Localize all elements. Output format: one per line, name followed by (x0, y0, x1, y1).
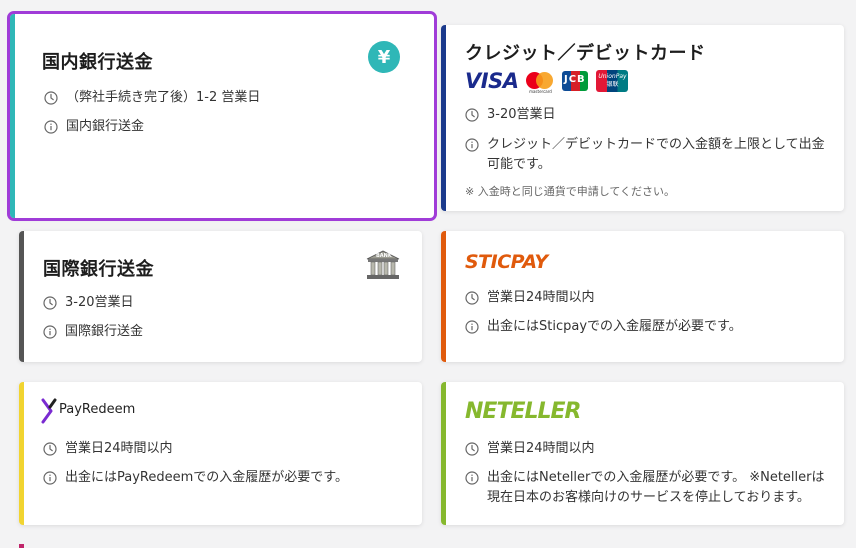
processing-time-row: 営業日24時間以内 (43, 439, 405, 459)
processing-time-row: 営業日24時間以内 (465, 439, 827, 459)
processing-time-row: 営業日24時間以内 (465, 288, 827, 308)
info-text: 出金にはSticpayでの入金履歴が必要です。 (487, 319, 742, 334)
payredeem-mark-icon (41, 398, 57, 424)
info-row: クレジット／デビットカードでの入金額を上限として出金可能です。 (465, 135, 827, 175)
visa-logo: VISA (465, 69, 519, 93)
card-title: クレジット／デビットカード (465, 43, 706, 64)
yen-icon: ¥ (368, 41, 400, 73)
info-row: 国内銀行送金 (44, 117, 406, 137)
processing-time: （弊社手続き完了後）1-2 営業日 (66, 90, 261, 105)
info-icon (44, 120, 58, 134)
info-text: 国際銀行送金 (65, 324, 144, 339)
card-title: 国内銀行送金 (42, 52, 153, 73)
unionpay-chinese-label: 银联 (606, 81, 619, 88)
processing-time: 3-20営業日 (65, 295, 134, 310)
info-text: 出金にはNetellerでの入金履歴が必要です。 ※Netellerは現在日本の… (487, 470, 825, 505)
card-payredeem[interactable]: PayRedeem 営業日24時間以内 出金にはPayRedeemでの入金履歴が… (19, 382, 422, 525)
clock-icon (44, 91, 58, 105)
payredeem-logo: PayRedeem (59, 402, 136, 417)
card-title: 国際銀行送金 (43, 259, 154, 280)
unionpay-label: UnionPay (598, 73, 627, 80)
clock-icon (465, 291, 479, 305)
card-brand-logos: VISA mastercard JCB UnionPay 银联 (465, 69, 629, 94)
processing-time: 営業日24時間以内 (65, 441, 173, 456)
processing-time-row: 3-20営業日 (465, 105, 827, 125)
neteller-logo: NETELLER (465, 399, 581, 424)
mastercard-circle-yellow (536, 72, 554, 89)
processing-time-row: 3-20営業日 (43, 293, 405, 313)
card-accent-bar (441, 382, 446, 525)
card-sticpay[interactable]: STICPAY 営業日24時間以内 出金にはSticpayでの入金履歴が必要です… (441, 231, 844, 362)
clock-icon (465, 442, 479, 456)
card-accent-bar (10, 14, 15, 218)
processing-time: 営業日24時間以内 (487, 441, 595, 456)
card-neteller[interactable]: NETELLER 営業日24時間以内 出金にはNetellerでの入金履歴が必要… (441, 382, 844, 525)
processing-time: 3-20営業日 (487, 107, 556, 122)
info-icon (43, 325, 57, 339)
info-row: 出金にはNetellerでの入金履歴が必要です。 ※Netellerは現在日本の… (465, 468, 832, 508)
processing-time-row: （弊社手続き完了後）1-2 営業日 (44, 88, 406, 108)
next-card-accent-edge (19, 544, 24, 548)
clock-icon (465, 108, 479, 122)
currency-note: ※ 入金時と同じ通貨で申請してください。 (465, 185, 676, 198)
unionpay-logo: UnionPay 银联 (596, 70, 629, 92)
info-row: 国際銀行送金 (43, 322, 405, 342)
jcb-label: JCB (564, 74, 586, 85)
withdrawal-methods-grid: 国内銀行送金 ¥ （弊社手続き完了後）1-2 営業日 国内銀行送金 クレジット／… (0, 0, 856, 548)
card-credit-debit[interactable]: クレジット／デビットカード VISA mastercard JCB UnionP… (441, 25, 844, 211)
yen-symbol: ¥ (377, 46, 391, 68)
info-text: 出金にはPayRedeemでの入金履歴が必要です。 (65, 470, 348, 485)
card-accent-bar (441, 231, 446, 362)
info-text: クレジット／デビットカードでの入金額を上限として出金可能です。 (487, 137, 825, 172)
info-icon (465, 138, 479, 152)
processing-time: 営業日24時間以内 (487, 290, 595, 305)
card-accent-bar (19, 231, 24, 362)
clock-icon (43, 296, 57, 310)
card-international-bank-transfer[interactable]: 国際銀行送金 BANK 3-20営業日 国際銀行送金 (19, 231, 422, 362)
info-row: 出金にはPayRedeemでの入金履歴が必要です。 (43, 468, 405, 488)
mastercard-logo: mastercard (526, 70, 554, 94)
info-icon (465, 471, 479, 485)
clock-icon (43, 442, 57, 456)
card-accent-bar (19, 382, 24, 525)
info-icon (465, 320, 479, 334)
info-row: 出金にはSticpayでの入金履歴が必要です。 (465, 317, 827, 337)
card-domestic-bank-transfer[interactable]: 国内銀行送金 ¥ （弊社手続き完了後）1-2 営業日 国内銀行送金 (7, 11, 437, 221)
mastercard-label: mastercard (529, 89, 552, 94)
sticpay-logo: STICPAY (465, 251, 548, 273)
bank-icon-label: BANK (376, 253, 392, 259)
info-text: 国内銀行送金 (66, 119, 145, 134)
card-accent-bar (441, 25, 446, 211)
info-icon (43, 471, 57, 485)
